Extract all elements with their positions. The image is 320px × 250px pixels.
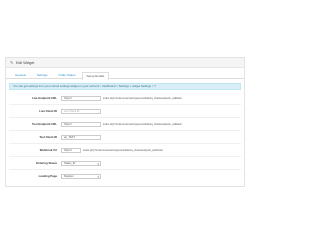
test-endpoint-input[interactable]: https:// (61, 121, 101, 127)
edit-widget-panel: ✎ Edit Widget General Settings Order Sta… (5, 57, 245, 187)
field-row-landing-page: Landing Page Register (9, 170, 241, 182)
ordering-status-select[interactable]: Status_ID (61, 160, 101, 166)
field-label: Live Endpoint URL (31, 96, 57, 100)
panel-title: Edit Widget (16, 60, 35, 65)
field-label: Landing Page (38, 174, 57, 178)
test-client-id-input[interactable]: ap_TEST (61, 134, 101, 140)
field-label: Test Endpoint URL (32, 122, 57, 126)
tab-bar: General Settings Order Status Setup Emai… (6, 68, 244, 80)
webhook-url-input[interactable]: https:// (61, 147, 81, 153)
field-label: Test Client ID (39, 135, 57, 139)
live-endpoint-input[interactable]: https:// (61, 95, 101, 101)
field-row-test-client-id: Test Client ID ap_TEST (9, 131, 241, 144)
field-row-live-endpoint: Live Endpoint URL https:// index.php?rou… (9, 92, 241, 105)
field-row-live-client-id: Live Client ID Live Client ID (9, 105, 241, 118)
tab-setup-emails[interactable]: Setup Emails (81, 72, 110, 80)
landing-page-select[interactable]: Register (61, 173, 101, 179)
field-row-test-endpoint: Test Endpoint URL https:// index.php?rou… (9, 118, 241, 131)
tab-order-status[interactable]: Order Status (54, 71, 81, 79)
url-suffix: index.php?route=extension/payment/klarna… (103, 122, 182, 126)
info-alert: You can get settings from your stored se… (9, 83, 241, 90)
live-client-id-input[interactable]: Live Client ID (61, 108, 101, 114)
url-suffix: index.php?route=extension/payment/klarna… (83, 148, 163, 152)
pencil-icon: ✎ (10, 59, 14, 65)
panel-heading: ✎ Edit Widget (6, 58, 244, 68)
field-row-ordering-status: Ordering Status Status_ID (9, 157, 241, 170)
url-suffix: index.php?route=extension/payment/klarna… (103, 96, 182, 100)
field-row-webhook-url: Webhook Url https:// index.php?route=ext… (9, 144, 241, 157)
field-label: Live Client ID (39, 109, 57, 113)
field-label: Webhook Url (39, 148, 57, 152)
tab-settings[interactable]: Settings (32, 71, 53, 79)
field-label: Ordering Status (35, 161, 57, 165)
tab-general[interactable]: General (10, 71, 31, 79)
